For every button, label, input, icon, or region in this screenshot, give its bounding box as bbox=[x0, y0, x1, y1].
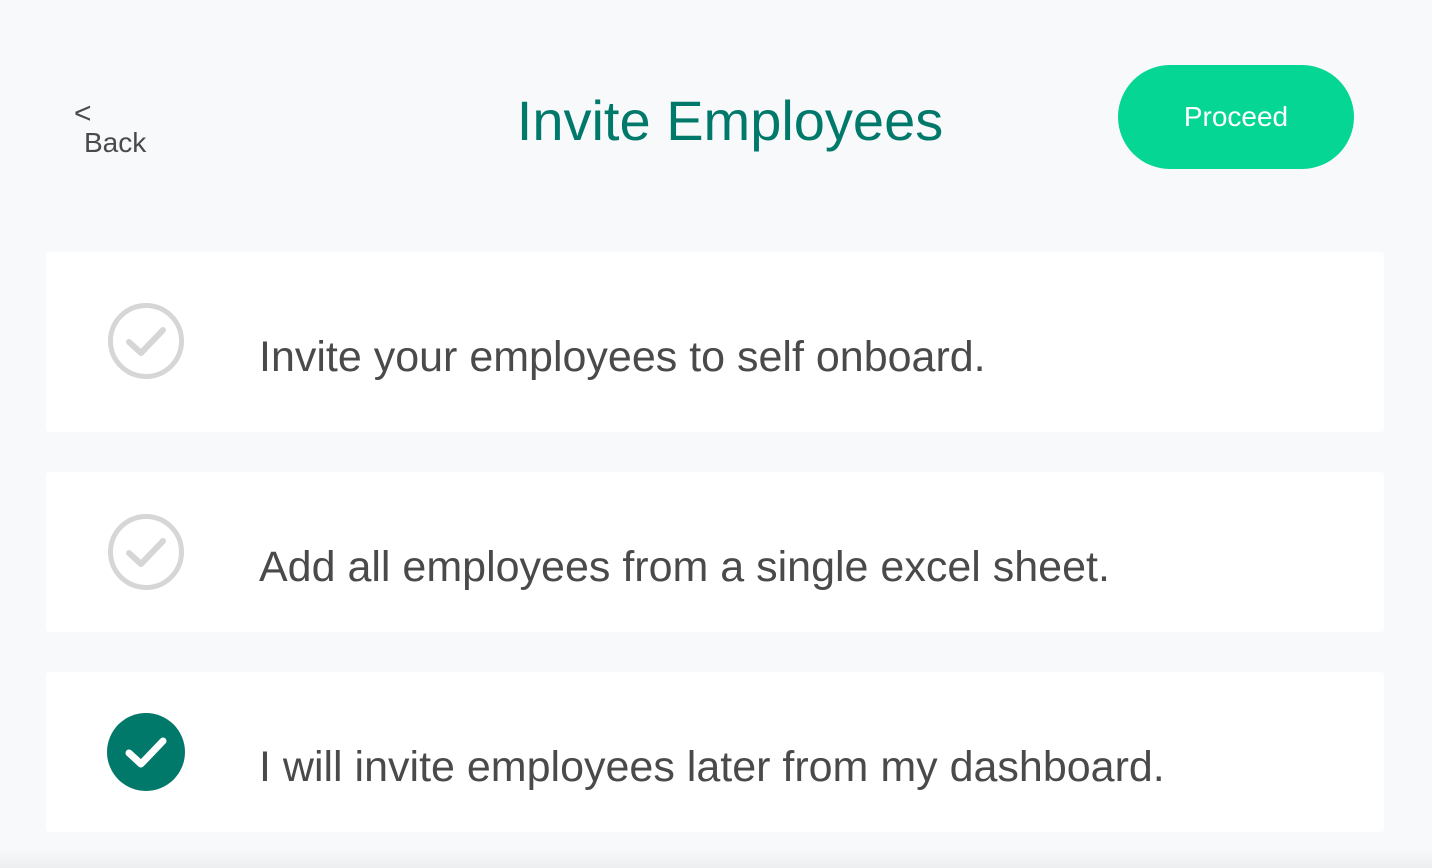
proceed-button[interactable]: Proceed bbox=[1118, 65, 1354, 169]
option-label: I will invite employees later from my da… bbox=[259, 743, 1165, 791]
check-circle-outline-icon bbox=[108, 514, 184, 590]
check-circle-filled-icon bbox=[107, 713, 185, 791]
bottom-divider bbox=[0, 848, 1432, 868]
option-label: Invite your employees to self onboard. bbox=[259, 333, 986, 381]
option-excel-sheet[interactable]: Add all employees from a single excel sh… bbox=[46, 472, 1384, 632]
option-label: Add all employees from a single excel sh… bbox=[259, 543, 1110, 591]
invite-employees-page: < Back Invite Employees Proceed Invite y… bbox=[0, 0, 1432, 868]
option-self-onboard[interactable]: Invite your employees to self onboard. bbox=[46, 252, 1384, 432]
option-invite-later[interactable]: I will invite employees later from my da… bbox=[46, 672, 1384, 832]
check-circle-outline-icon bbox=[108, 303, 184, 379]
